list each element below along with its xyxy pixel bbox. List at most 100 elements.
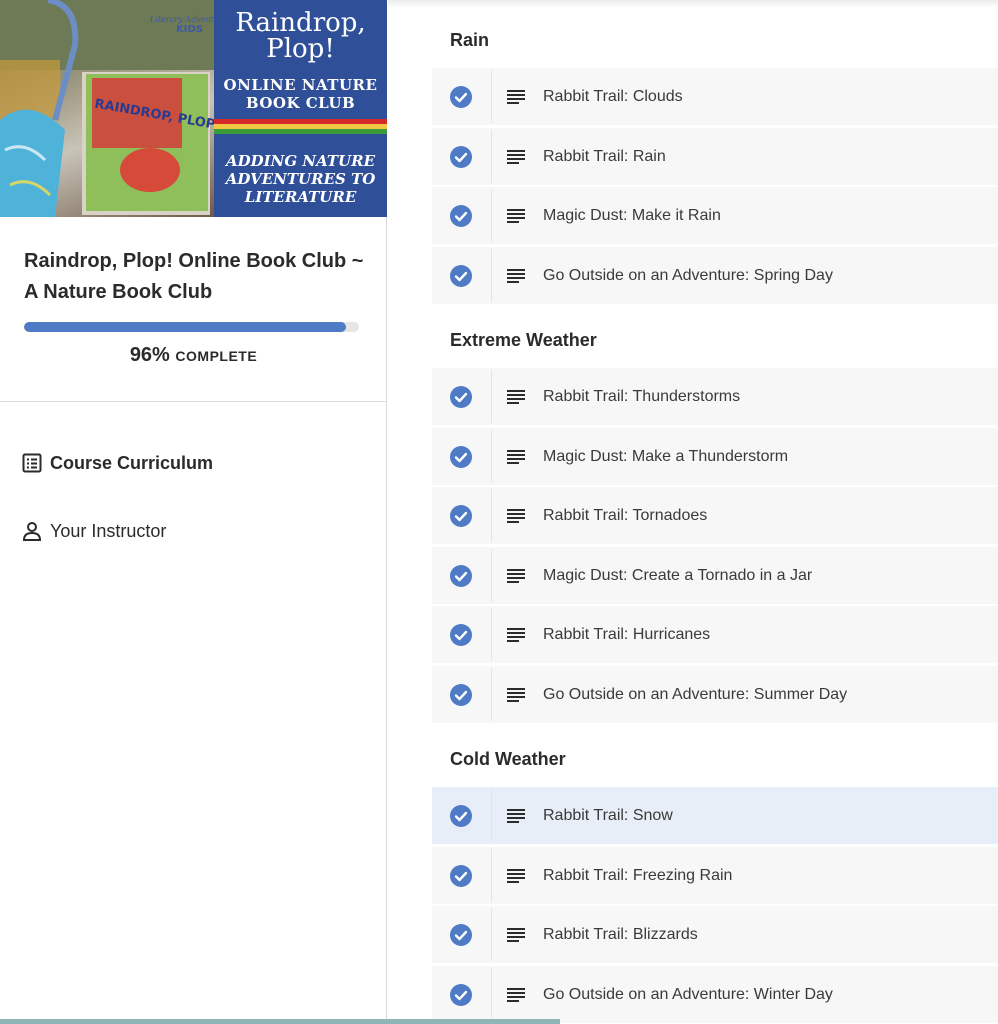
text-lines-icon xyxy=(507,627,525,643)
text-lines-icon xyxy=(507,268,525,284)
check-circle-icon xyxy=(450,924,472,946)
lesson-title: Go Outside on an Adventure: Summer Day xyxy=(543,686,848,703)
lesson-divider xyxy=(491,908,492,961)
check-circle-icon xyxy=(450,205,472,227)
lesson-divider xyxy=(491,789,492,842)
course-cover-image: RAINDROP, PLOP! Literary Adventures KIDS… xyxy=(0,0,387,217)
lesson-item[interactable]: Rabbit Trail: Rain xyxy=(432,128,998,185)
lesson-title: Rabbit Trail: Hurricanes xyxy=(543,626,711,643)
course-curriculum-panel: Rain Rabbit Trail: Clouds Rabbit Trail: Ra… xyxy=(388,0,998,1024)
lesson-item[interactable]: Magic Dust: Make it Rain xyxy=(432,187,998,244)
check-circle-icon xyxy=(450,446,472,468)
check-circle-icon xyxy=(450,86,472,108)
course-title: Raindrop, Plop! Online Book Club ~ A Nat… xyxy=(24,250,364,303)
scroll-indicator xyxy=(0,1019,560,1024)
progress-label: 96% COMPLETE xyxy=(0,344,387,367)
cover-photo: RAINDROP, PLOP! Literary Adventures KIDS xyxy=(0,0,232,217)
lesson-title: Rabbit Trail: Rain xyxy=(543,148,666,165)
progress-percent: 96% xyxy=(129,344,170,366)
check-circle-icon xyxy=(450,265,472,287)
lesson-divider xyxy=(491,549,492,602)
check-circle-icon xyxy=(450,146,472,168)
progress-bar xyxy=(24,322,359,332)
lesson-divider xyxy=(491,130,492,183)
svg-text:KIDS: KIDS xyxy=(176,24,203,35)
lesson-divider xyxy=(491,968,492,1021)
lesson-title: Magic Dust: Make it Rain xyxy=(543,207,721,224)
top-shadow xyxy=(388,0,998,8)
lesson-item[interactable]: Rabbit Trail: Clouds xyxy=(432,68,998,125)
check-circle-icon xyxy=(450,865,472,887)
text-lines-icon xyxy=(507,149,525,165)
lesson-title: Magic Dust: Make a Thunderstorm xyxy=(543,448,789,465)
lesson-divider xyxy=(491,430,492,483)
text-lines-icon xyxy=(507,868,525,884)
text-lines-icon xyxy=(507,808,525,824)
check-circle-icon xyxy=(450,624,472,646)
lesson-divider xyxy=(491,489,492,542)
check-circle-icon xyxy=(450,505,472,527)
cover-tagline: ADDING NATURE ADVENTURES TO LITERATURE xyxy=(225,152,376,206)
cover-title: Raindrop, Plop! xyxy=(235,8,366,64)
text-lines-icon xyxy=(507,389,525,405)
lesson-divider xyxy=(491,189,492,242)
text-lines-icon xyxy=(507,208,525,224)
text-lines-icon xyxy=(507,687,525,703)
lesson-title: Rabbit Trail: Thunderstorms xyxy=(543,388,741,405)
section-title: Cold Weather xyxy=(450,749,566,769)
sidebar: RAINDROP, PLOP! Literary Adventures KIDS… xyxy=(0,0,387,1024)
lesson-title: Rabbit Trail: Tornadoes xyxy=(543,507,708,524)
text-lines-icon xyxy=(507,89,525,105)
list-icon xyxy=(22,453,42,473)
text-lines-icon xyxy=(507,449,525,465)
lesson-title: Rabbit Trail: Clouds xyxy=(543,88,683,105)
lesson-item[interactable]: Go Outside on an Adventure: Spring Day xyxy=(432,247,998,304)
lesson-divider xyxy=(491,849,492,902)
lesson-title: Rabbit Trail: Freezing Rain xyxy=(543,867,733,884)
nav-your-instructor-label: Your Instructor xyxy=(50,520,167,541)
lesson-divider xyxy=(491,249,492,302)
lesson-item[interactable]: Rabbit Trail: Freezing Rain xyxy=(432,847,998,904)
sidebar-divider xyxy=(0,401,387,402)
text-lines-icon xyxy=(507,927,525,943)
section-title: Rain xyxy=(450,30,490,50)
lesson-divider xyxy=(491,668,492,721)
cover-stripes xyxy=(214,119,387,139)
check-circle-icon xyxy=(450,386,472,408)
lesson-title: Go Outside on an Adventure: Winter Day xyxy=(543,986,833,1003)
check-circle-icon xyxy=(450,984,472,1006)
lesson-title: Go Outside on an Adventure: Spring Day xyxy=(543,267,833,284)
text-lines-icon xyxy=(507,987,525,1003)
lesson-item[interactable]: Rabbit Trail: Snow xyxy=(432,787,998,844)
check-circle-icon xyxy=(450,805,472,827)
lesson-divider xyxy=(491,370,492,423)
lesson-item[interactable]: Rabbit Trail: Hurricanes xyxy=(432,606,998,663)
lesson-title: Rabbit Trail: Blizzards xyxy=(543,926,698,943)
check-circle-icon xyxy=(450,565,472,587)
lesson-title: Rabbit Trail: Snow xyxy=(543,807,673,824)
stripe-green xyxy=(214,129,387,134)
text-lines-icon xyxy=(507,508,525,524)
progress-bar-fill xyxy=(24,322,346,332)
check-circle-icon xyxy=(450,684,472,706)
text-lines-icon xyxy=(507,568,525,584)
person-icon xyxy=(22,522,42,541)
lesson-divider xyxy=(491,70,492,123)
nav-course-curriculum-label: Course Curriculum xyxy=(50,452,214,473)
lesson-item[interactable]: Go Outside on an Adventure: Winter Day xyxy=(432,966,998,1023)
cover-panel: Raindrop, Plop! ONLINE NATURE BOOK CLUB AD… xyxy=(214,0,387,217)
lesson-item[interactable]: Magic Dust: Make a Thunderstorm xyxy=(432,428,998,485)
section-title: Extreme Weather xyxy=(450,330,597,350)
svg-text:Literary Adventures: Literary Adventures xyxy=(149,15,214,24)
progress-complete-label: COMPLETE xyxy=(175,348,258,364)
umbrella-book-illustration: RAINDROP, PLOP! Literary Adventures KIDS xyxy=(0,0,232,217)
nav-your-instructor[interactable]: Your Instructor xyxy=(22,516,166,546)
lesson-item[interactable]: Rabbit Trail: Tornadoes xyxy=(432,487,998,544)
lesson-item[interactable]: Go Outside on an Adventure: Summer Day xyxy=(432,666,998,723)
lesson-item[interactable]: Rabbit Trail: Blizzards xyxy=(432,906,998,963)
cover-subtitle: ONLINE NATURE BOOK CLUB xyxy=(223,76,378,112)
lesson-item[interactable]: Magic Dust: Create a Tornado in a Jar xyxy=(432,547,998,604)
lesson-item[interactable]: Rabbit Trail: Thunderstorms xyxy=(432,368,998,425)
nav-course-curriculum[interactable]: Course Curriculum xyxy=(22,448,213,478)
lesson-divider xyxy=(491,608,492,661)
